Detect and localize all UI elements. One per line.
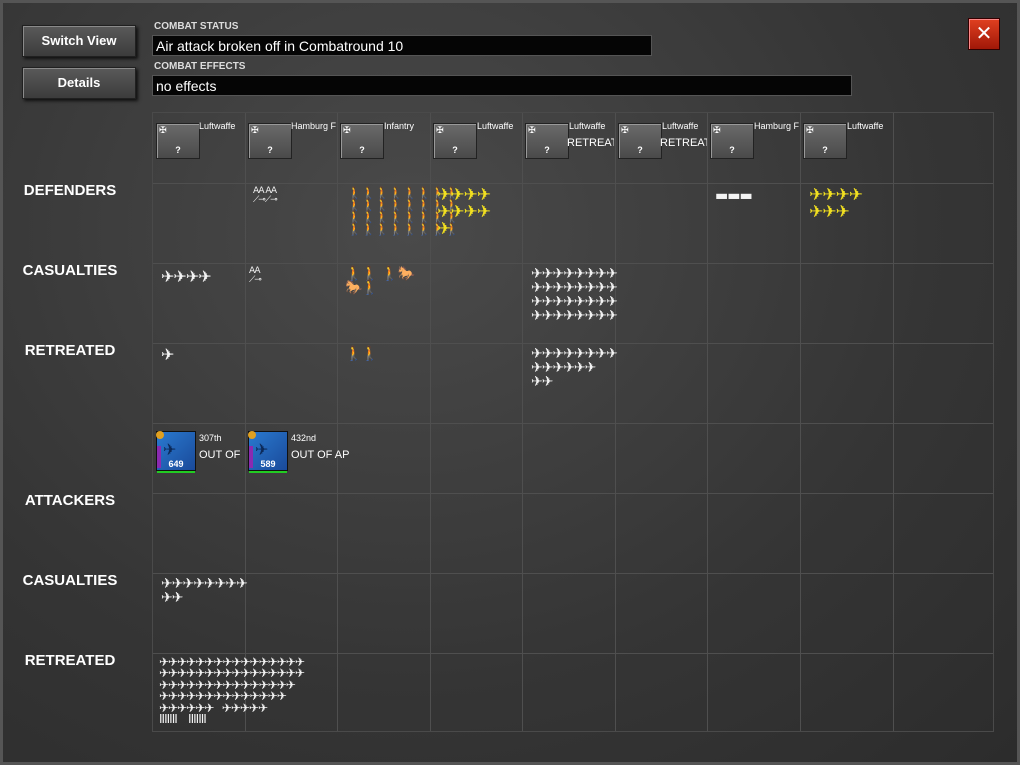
close-icon: ✕ [975, 21, 993, 45]
switch-view-button[interactable]: Switch View [22, 25, 136, 57]
tank-icon: ▬▬▬ [715, 188, 753, 204]
fighter-plane-icon: ✈✈✈✈ ✈✈✈ [809, 185, 863, 222]
bomber-unit-counter[interactable]: ✈ 649 [156, 431, 196, 473]
unit-status: RETREAT [660, 137, 707, 149]
unit-counter[interactable]: ✠? [710, 123, 754, 159]
close-button[interactable]: ✕ [968, 18, 1000, 50]
medal-icon [156, 431, 164, 439]
unit-status: RETREAT [567, 137, 614, 149]
plane-icon: ✈✈✈✈✈✈✈✈✈✈✈✈✈✈✈✈ ✈✈✈✈✈✈✈✈✈✈✈✈✈✈✈✈ ✈✈✈✈✈✈… [159, 655, 305, 726]
row-label-attackers: ATTACKERS [24, 492, 116, 509]
attacker-unit[interactable]: ✈ 649 307th OUT OF AP [153, 423, 245, 493]
plane-icon: ✈✈✈✈✈✈✈✈ ✈✈ [161, 576, 248, 606]
defender-unit[interactable]: ✠? Luftwaffe [430, 113, 522, 183]
unit-counter[interactable]: ✠? [618, 123, 662, 159]
unit-status: OUT OF AP [291, 449, 350, 461]
unit-counter[interactable]: ✠? [248, 123, 292, 159]
iron-cross-icon: ✠ [806, 126, 814, 136]
plane-icon: ✈✈✈✈✈✈✈✈ ✈✈✈✈✈✈ ✈✈ [531, 346, 618, 390]
row-label-att-retreated: RETREATED [24, 652, 116, 669]
soldier-icon: 🚶🚶 [345, 346, 379, 362]
defender-unit[interactable]: ✠? Luftwaffe RETREAT [522, 113, 615, 183]
defender-unit[interactable]: ✠? Hamburg F [707, 113, 800, 183]
bomber-icon: ✈ [255, 440, 269, 459]
unit-status: OUT OF AP [199, 449, 241, 461]
defender-unit[interactable]: ✠? Infantry [337, 113, 430, 183]
iron-cross-icon: ✠ [159, 126, 167, 136]
row-label-defenders: DEFENDERS [23, 182, 117, 199]
bomber-unit-counter[interactable]: ✈ 589 [248, 431, 288, 473]
aa-gun-icon: AA ⟋⊸ [249, 266, 262, 285]
iron-cross-icon: ✠ [251, 126, 259, 136]
iron-cross-icon: ✠ [621, 126, 629, 136]
defender-unit[interactable]: ✠? Luftwaffe [153, 113, 245, 183]
row-label-att-casualties: CASUALTIES [22, 572, 118, 589]
medal-icon [248, 431, 256, 439]
unit-counter[interactable]: ✠? [433, 123, 477, 159]
details-button[interactable]: Details [22, 67, 136, 99]
combat-grid: ✠? Luftwaffe ✠? Hamburg F ✠? Infantry ✠?… [152, 112, 994, 732]
defender-unit[interactable]: ✠? Luftwaffe RETREAT [615, 113, 707, 183]
row-label-def-casualties: CASUALTIES [22, 262, 118, 279]
unit-counter[interactable]: ✠? [156, 123, 200, 159]
soldier-icon: 🚶🚶 🚶🐎 🐎🚶 [345, 266, 415, 296]
attacker-unit[interactable]: ✈ 589 432nd OUT OF AP [245, 423, 349, 493]
unit-counter[interactable]: ✠? [340, 123, 384, 159]
combat-effects-field: no effects [152, 75, 852, 96]
plane-icon: ✈ [161, 345, 174, 364]
fighter-plane-icon: ✈✈✈✈ ✈✈✈✈ ✈ [437, 185, 491, 239]
aa-gun-icon: AA AA ⟋⊸⟋⊸ [253, 186, 278, 205]
unit-counter[interactable]: ✠? [803, 123, 847, 159]
iron-cross-icon: ✠ [343, 126, 351, 136]
iron-cross-icon: ✠ [436, 126, 444, 136]
defender-unit[interactable]: ✠? Hamburg F [245, 113, 337, 183]
combat-status-label: COMBAT STATUS [154, 21, 239, 32]
bomber-icon: ✈ [163, 440, 177, 459]
combat-status-field: Air attack broken off in Combatround 10 [152, 35, 652, 56]
iron-cross-icon: ✠ [713, 126, 721, 136]
iron-cross-icon: ✠ [528, 126, 536, 136]
plane-icon: ✈✈✈✈✈✈✈✈ ✈✈✈✈✈✈✈✈ ✈✈✈✈✈✈✈✈ ✈✈✈✈✈✈✈✈ [531, 266, 618, 324]
row-label-def-retreated: RETREATED [24, 342, 116, 359]
unit-counter[interactable]: ✠? [525, 123, 569, 159]
defender-unit[interactable]: ✠? Luftwaffe [800, 113, 893, 183]
plane-icon: ✈✈✈✈ [161, 267, 212, 286]
combat-effects-label: COMBAT EFFECTS [154, 61, 246, 72]
